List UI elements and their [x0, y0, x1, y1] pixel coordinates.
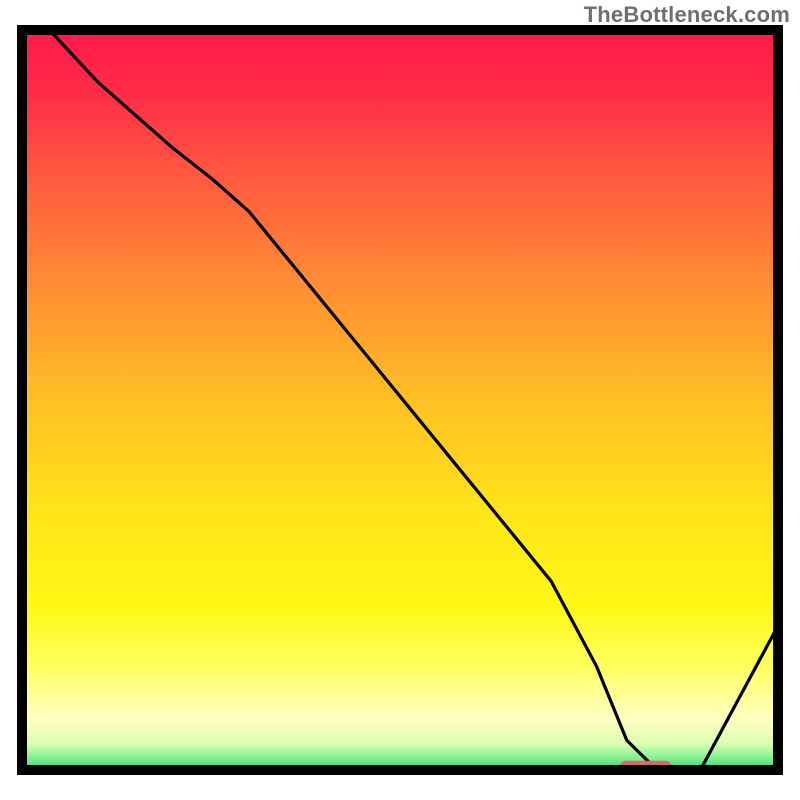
chart-svg — [0, 0, 800, 800]
plot-background — [22, 30, 778, 770]
bottleneck-chart: TheBottleneck.com — [0, 0, 800, 800]
